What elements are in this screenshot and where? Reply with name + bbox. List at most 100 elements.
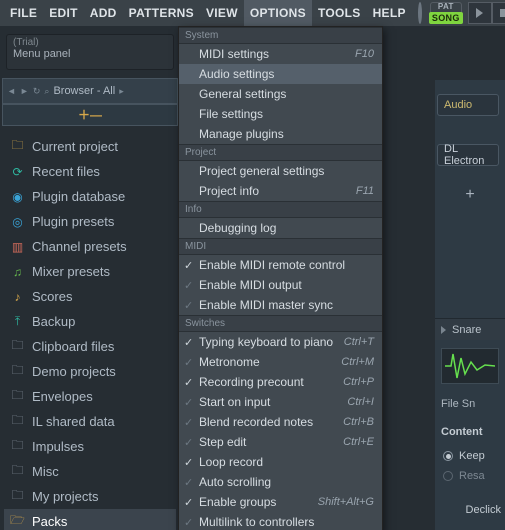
node-label: Recent files — [32, 164, 100, 179]
node-impulses[interactable]: 🗀Impulses — [4, 434, 176, 459]
node-recent-files[interactable]: ⟳ Recent files — [4, 159, 176, 184]
menu-multilink-controllers[interactable]: ✓Multilink to controllers — [179, 512, 382, 530]
menu-enable-midi-remote[interactable]: ✓Enable MIDI remote control — [179, 255, 382, 275]
play-icon — [476, 8, 483, 18]
menu-step-edit[interactable]: ✓Step editCtrl+E — [179, 432, 382, 452]
menu-add[interactable]: ADD — [84, 0, 123, 26]
dropdown-section-midi: MIDI — [179, 238, 382, 255]
clipboard-icon: 🗀 — [10, 340, 25, 353]
channel-icon: ▥ — [10, 240, 25, 253]
node-clipboard-files[interactable]: 🗀Clipboard files — [4, 334, 176, 359]
song-label: SONG — [429, 12, 463, 24]
node-label: Plugin presets — [32, 214, 114, 229]
dropdown-section-switches: Switches — [179, 315, 382, 332]
browser-collapse-handle[interactable]: ＋— — [2, 104, 178, 126]
add-channel-button[interactable]: + — [435, 180, 505, 210]
dl-electron-button[interactable]: DL Electron — [437, 144, 499, 166]
menu-manage-plugins[interactable]: Manage plugins — [179, 124, 382, 144]
main-volume-knob[interactable] — [418, 2, 422, 24]
menu-options[interactable]: OPTIONS — [244, 0, 312, 26]
node-plugin-presets[interactable]: ◎Plugin presets — [4, 209, 176, 234]
menu-item-label: Recording precount — [199, 375, 304, 389]
folder-icon: 🗀 — [10, 415, 25, 428]
radio-icon — [443, 451, 453, 461]
menu-help[interactable]: HELP — [367, 0, 412, 26]
check-icon: ✓ — [184, 259, 193, 272]
node-label: Channel presets — [32, 239, 127, 254]
menu-loop-record[interactable]: ✓Loop record — [179, 452, 382, 472]
folder-icon: 🗀 — [10, 140, 25, 153]
menu-midi-settings[interactable]: MIDI settingsF10 — [179, 44, 382, 64]
node-misc[interactable]: 🗀Misc — [4, 459, 176, 484]
node-plugin-database[interactable]: ◉Plugin database — [4, 184, 176, 209]
browser-fwd-icon[interactable]: ► — [20, 86, 29, 96]
menu-metronome[interactable]: ✓MetronomeCtrl+M — [179, 352, 382, 372]
browser-reload-icon[interactable]: ↻ — [33, 86, 41, 97]
menu-debugging-log[interactable]: Debugging log — [179, 218, 382, 238]
menu-start-on-input[interactable]: ✓Start on inputCtrl+I — [179, 392, 382, 412]
browser-search-icon[interactable]: ⌕ — [44, 86, 49, 97]
waveform-preview[interactable] — [441, 348, 499, 384]
node-envelopes[interactable]: 🗀Envelopes — [4, 384, 176, 409]
pattern-song-toggle[interactable]: PAT SONG — [430, 2, 462, 24]
button-label: Audio — [444, 99, 472, 111]
radio-keep-on-disk[interactable]: Keep — [443, 450, 485, 462]
menu-item-label: Loop record — [199, 455, 263, 469]
node-label: My projects — [32, 489, 98, 504]
menu-file-settings[interactable]: File settings — [179, 104, 382, 124]
radio-resample[interactable]: Resa — [443, 470, 485, 482]
browser-expand-icon[interactable]: ▸ — [119, 86, 124, 97]
menu-auto-scrolling[interactable]: ✓Auto scrolling — [179, 472, 382, 492]
mixer-icon: ♫ — [10, 265, 25, 278]
menu-recording-precount[interactable]: ✓Recording precountCtrl+P — [179, 372, 382, 392]
node-il-shared-data[interactable]: 🗀IL shared data — [4, 409, 176, 434]
menu-item-shortcut: F10 — [355, 48, 374, 60]
menu-typing-keyboard-piano[interactable]: ✓Typing keyboard to pianoCtrl+T — [179, 332, 382, 352]
menu-project-info[interactable]: Project infoF11 — [179, 181, 382, 201]
node-packs[interactable]: 🗁Packs — [4, 509, 176, 530]
menu-file[interactable]: FILE — [4, 0, 43, 26]
folder-icon: 🗀 — [10, 365, 25, 378]
menu-item-shortcut: F11 — [356, 185, 374, 197]
check-icon: ✓ — [184, 356, 193, 369]
menu-general-settings[interactable]: General settings — [179, 84, 382, 104]
menu-patterns[interactable]: PATTERNS — [123, 0, 200, 26]
check-icon: ✓ — [184, 279, 193, 292]
menu-blend-recorded-notes[interactable]: ✓Blend recorded notesCtrl+B — [179, 412, 382, 432]
node-scores[interactable]: ♪Scores — [4, 284, 176, 309]
menu-enable-groups[interactable]: ✓Enable groupsShift+Alt+G — [179, 492, 382, 512]
menu-item-label: Start on input — [199, 395, 270, 409]
menu-item-label: Enable MIDI output — [199, 278, 302, 292]
node-mixer-presets[interactable]: ♫Mixer presets — [4, 259, 176, 284]
menu-item-shortcut: Shift+Alt+G — [318, 496, 374, 508]
snare-header[interactable]: Snare — [435, 318, 505, 340]
check-icon: ✓ — [184, 336, 193, 349]
menu-item-label: Debugging log — [199, 221, 276, 235]
browser-header[interactable]: ◄ ► ↻ ⌕ Browser - All ▸ — [2, 78, 178, 104]
play-button[interactable] — [468, 2, 492, 24]
check-icon: ✓ — [184, 436, 193, 449]
check-icon: ✓ — [184, 476, 193, 489]
node-demo-projects[interactable]: 🗀Demo projects — [4, 359, 176, 384]
audio-dropdown[interactable]: Audio — [437, 94, 499, 116]
clock-icon: ⟳ — [10, 165, 25, 178]
stop-button[interactable] — [492, 2, 505, 24]
menu-item-shortcut: Ctrl+T — [344, 336, 374, 348]
menu-item-shortcut: Ctrl+E — [343, 436, 374, 448]
browser-back-icon[interactable]: ◄ — [7, 86, 16, 96]
menu-audio-settings[interactable]: Audio settings — [179, 64, 382, 84]
menu-enable-midi-master-sync[interactable]: ✓Enable MIDI master sync — [179, 295, 382, 315]
menu-project-general-settings[interactable]: Project general settings — [179, 161, 382, 181]
node-label: Impulses — [32, 439, 84, 454]
menu-edit[interactable]: EDIT — [43, 0, 84, 26]
menu-view[interactable]: VIEW — [200, 0, 244, 26]
menu-enable-midi-output[interactable]: ✓ Enable MIDI output — [179, 275, 382, 295]
node-my-projects[interactable]: 🗀My projects — [4, 484, 176, 509]
node-current-project[interactable]: 🗀Current project — [4, 134, 176, 159]
check-icon: ✓ — [184, 376, 193, 389]
node-channel-presets[interactable]: ▥ Channel presets — [4, 234, 176, 259]
node-backup[interactable]: ⤒Backup — [4, 309, 176, 334]
menu-item-label: Enable groups — [199, 495, 276, 509]
menu-tools[interactable]: TOOLS — [312, 0, 367, 26]
options-dropdown: System MIDI settingsF10 Audio settings G… — [178, 26, 383, 530]
